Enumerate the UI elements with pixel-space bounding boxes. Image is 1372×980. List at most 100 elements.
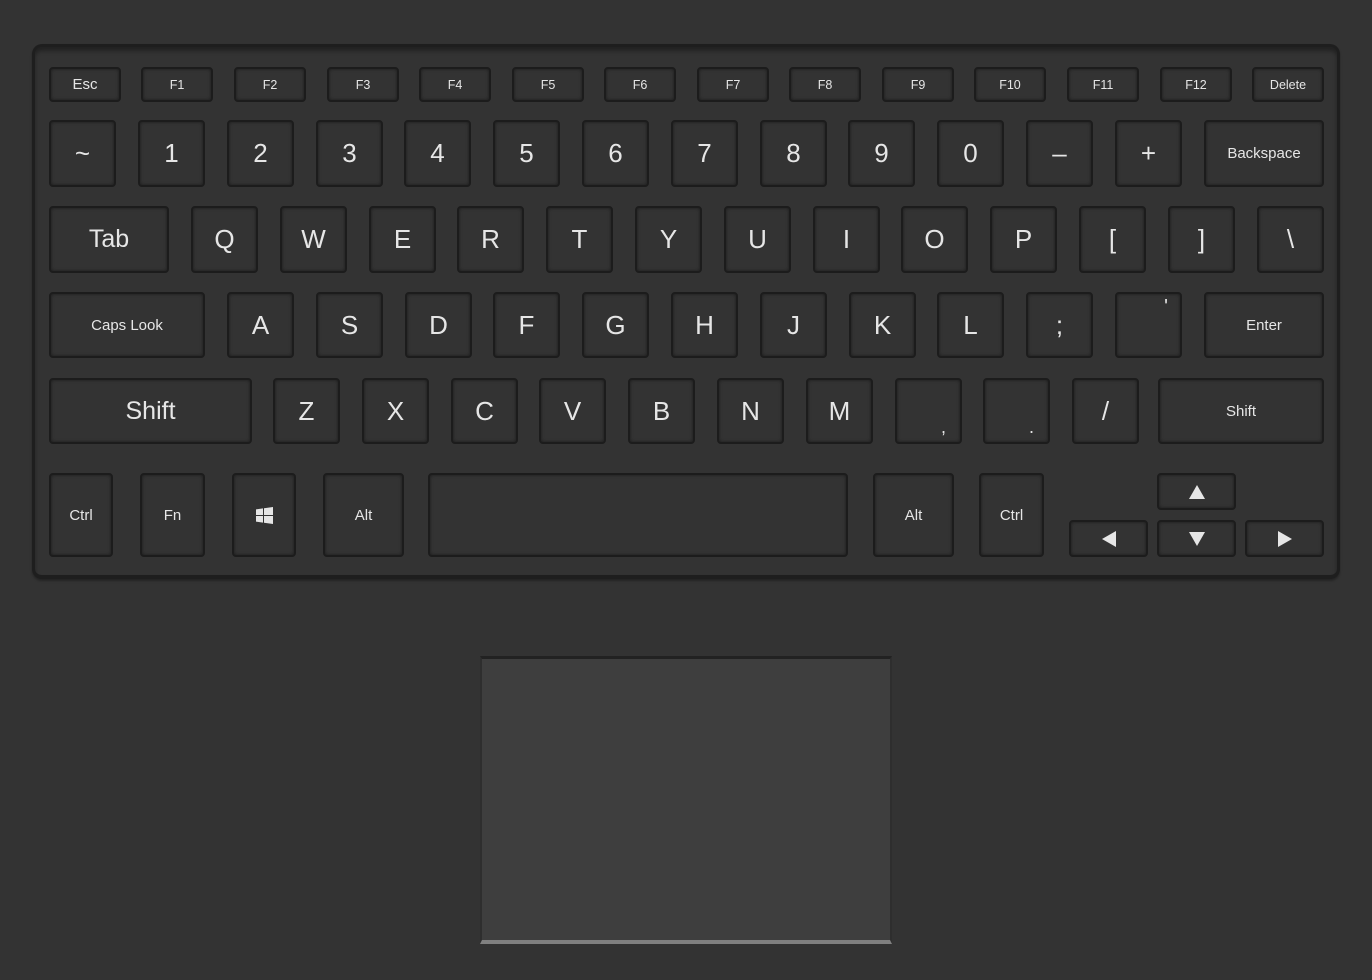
key-r[interactable]: R [457,206,524,273]
key-f11-label: F11 [1092,77,1114,92]
key-i[interactable]: I [813,206,880,273]
key-plus-label: + [1140,138,1157,168]
key-x[interactable]: X [362,378,429,444]
key-b[interactable]: B [628,378,695,444]
key-space[interactable] [428,473,848,557]
key-left-alt[interactable]: Alt [323,473,404,557]
key-f5-label: F5 [540,77,556,92]
key-q[interactable]: Q [191,206,258,273]
key-arrow-up[interactable] [1157,473,1236,510]
key-f2[interactable]: F2 [234,67,306,102]
key-t-label: T [571,224,588,254]
key-tab[interactable]: Tab [49,206,169,273]
key-esc[interactable]: Esc [49,67,121,102]
key-n[interactable]: N [717,378,784,444]
key-f10[interactable]: F10 [974,67,1046,102]
key-u[interactable]: U [724,206,791,273]
key-backspace[interactable]: Backspace [1204,120,1324,187]
key-apostrophe-label: ' [1164,296,1168,318]
key-y-label: Y [659,224,678,254]
key-h-label: H [695,309,714,340]
key-backslash[interactable]: \ [1257,206,1324,273]
key-right-ctrl[interactable]: Ctrl [979,473,1044,557]
key-f7[interactable]: F7 [697,67,769,102]
key-v[interactable]: V [539,378,606,444]
key-f3-label: F3 [355,77,371,92]
key-9-label: 9 [874,138,889,168]
key-minus-label: – [1052,138,1067,168]
key-l[interactable]: L [937,292,1004,358]
key-f1[interactable]: F1 [141,67,213,102]
key-fn[interactable]: Fn [140,473,205,557]
key-a[interactable]: A [227,292,294,358]
key-g[interactable]: G [582,292,649,358]
key-left-shift[interactable]: Shift [49,378,252,444]
key-backslash-label: \ [1286,224,1295,254]
arrow-down-icon [1188,531,1205,546]
key-x-label: X [386,395,405,426]
key-apostrophe[interactable]: ' [1115,292,1182,358]
key-8[interactable]: 8 [760,120,827,187]
key-9[interactable]: 9 [848,120,915,187]
key-o-label: O [924,224,945,254]
key-k[interactable]: K [849,292,916,358]
key-right-bracket[interactable]: ] [1168,206,1235,273]
key-arrow-down[interactable] [1157,520,1236,557]
key-c[interactable]: C [451,378,518,444]
key-1[interactable]: 1 [138,120,205,187]
key-t[interactable]: T [546,206,613,273]
key-f6[interactable]: F6 [604,67,676,102]
key-8-label: 8 [786,138,801,168]
key-o[interactable]: O [901,206,968,273]
key-d[interactable]: D [405,292,472,358]
key-delete[interactable]: Delete [1252,67,1324,102]
key-m[interactable]: M [806,378,873,444]
key-caps-lock[interactable]: Caps Look [49,292,205,358]
key-h[interactable]: H [671,292,738,358]
key-period[interactable]: . [983,378,1050,444]
key-right-shift[interactable]: Shift [1158,378,1324,444]
key-5[interactable]: 5 [493,120,560,187]
key-slash[interactable]: / [1072,378,1139,444]
key-windows[interactable] [232,473,296,557]
key-u-label: U [748,224,767,254]
key-left-bracket[interactable]: [ [1079,206,1146,273]
key-semicolon[interactable]: ; [1026,292,1093,358]
key-tilde[interactable]: ~ [49,120,116,187]
key-f9[interactable]: F9 [882,67,954,102]
key-p[interactable]: P [990,206,1057,273]
key-slash-label: / [1101,395,1110,426]
key-f3[interactable]: F3 [327,67,399,102]
touchpad[interactable] [480,656,892,944]
key-backspace-label: Backspace [1227,145,1301,162]
key-2[interactable]: 2 [227,120,294,187]
key-s[interactable]: S [316,292,383,358]
key-3[interactable]: 3 [316,120,383,187]
key-arrow-right[interactable] [1245,520,1324,557]
key-y[interactable]: Y [635,206,702,273]
key-l-label: L [963,309,978,340]
key-j[interactable]: J [760,292,827,358]
key-enter[interactable]: Enter [1204,292,1324,358]
key-arrow-left[interactable] [1069,520,1148,557]
key-6[interactable]: 6 [582,120,649,187]
key-z[interactable]: Z [273,378,340,444]
key-w[interactable]: W [280,206,347,273]
key-f8[interactable]: F8 [789,67,861,102]
key-right-bracket-label: ] [1197,224,1206,254]
key-e[interactable]: E [369,206,436,273]
key-left-ctrl[interactable]: Ctrl [49,473,113,557]
key-f4[interactable]: F4 [419,67,491,102]
key-f11[interactable]: F11 [1067,67,1139,102]
key-comma[interactable]: , [895,378,962,444]
key-0[interactable]: 0 [937,120,1004,187]
key-right-alt[interactable]: Alt [873,473,954,557]
key-4[interactable]: 4 [404,120,471,187]
key-m-label: M [828,395,851,426]
key-f12[interactable]: F12 [1160,67,1232,102]
key-f5[interactable]: F5 [512,67,584,102]
key-f[interactable]: F [493,292,560,358]
key-7[interactable]: 7 [671,120,738,187]
key-plus[interactable]: + [1115,120,1182,187]
key-minus[interactable]: – [1026,120,1093,187]
